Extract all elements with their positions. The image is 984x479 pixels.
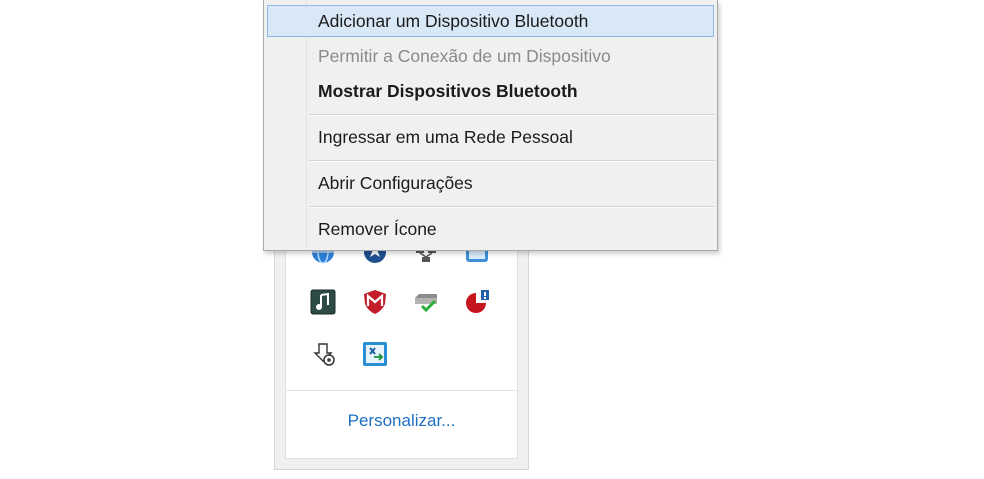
tray-overflow-panel: Personalizar... [274, 230, 529, 470]
menu-item-remove-icon[interactable]: Remover Ícone [267, 213, 714, 245]
menu-item-show-bluetooth-devices[interactable]: Mostrar Dispositivos Bluetooth [267, 75, 714, 107]
customize-link[interactable]: Personalizar... [286, 411, 517, 431]
red-alert-chart-icon[interactable] [464, 289, 490, 315]
menu-separator [310, 114, 714, 116]
menu-item-allow-device-connection: Permitir a Conexão de um Dispositivo [318, 46, 611, 66]
drive-check-icon[interactable] [413, 289, 439, 315]
menu-item-open-settings[interactable]: Abrir Configurações [267, 167, 714, 199]
menu-item-join-personal-network[interactable]: Ingressar em uma Rede Pessoal [267, 121, 714, 153]
download-settings-icon[interactable] [310, 341, 336, 367]
menu-separator [310, 160, 714, 162]
music-player-icon[interactable] [310, 289, 336, 315]
menu-item-add-bluetooth-device[interactable]: Adicionar um Dispositivo Bluetooth [267, 5, 714, 37]
menu-separator [310, 206, 714, 208]
tray-icon-area: Personalizar... [285, 231, 518, 459]
mcafee-shield-icon[interactable] [362, 289, 388, 315]
excel-sync-icon[interactable] [362, 341, 388, 367]
bluetooth-context-menu: Adicionar um Dispositivo Bluetooth Permi… [263, 0, 718, 251]
tray-separator [286, 390, 517, 391]
